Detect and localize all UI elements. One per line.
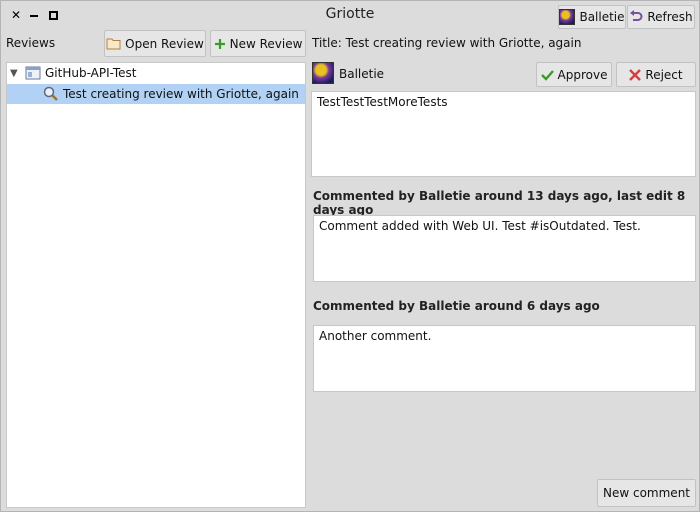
refresh-icon — [629, 10, 643, 24]
new-review-label: New Review — [229, 36, 303, 51]
x-icon — [629, 68, 642, 81]
tree-row-review[interactable]: Test creating review with Griotte, again — [7, 84, 305, 104]
refresh-button[interactable]: Refresh — [627, 5, 695, 29]
approve-label: Approve — [557, 67, 608, 82]
griotte-window: ✕ Griotte Balletie Refresh Reviews Open … — [0, 0, 700, 512]
avatar-icon — [559, 9, 576, 25]
repository-icon — [25, 66, 41, 80]
review-magnifier-icon — [43, 86, 59, 102]
checkmark-icon — [540, 69, 554, 81]
author-avatar — [312, 62, 334, 87]
expand-toggle-icon[interactable]: ▼ — [10, 68, 22, 79]
reviews-label: Reviews — [6, 36, 56, 50]
new-review-button[interactable]: New Review — [210, 30, 306, 57]
user-button-label: Balletie — [579, 10, 625, 24]
open-review-button[interactable]: Open Review — [104, 30, 206, 57]
plus-icon — [214, 38, 226, 50]
comment-header: Commented by Balletie around 13 days ago… — [313, 189, 686, 217]
approve-button[interactable]: Approve — [536, 62, 612, 87]
comment-body-textarea[interactable]: Another comment. — [313, 325, 696, 392]
review-name: Test creating review with Griotte, again — [63, 87, 299, 101]
new-comment-button[interactable]: New comment — [597, 479, 696, 507]
folder-icon — [106, 37, 121, 50]
repo-name: GitHub-API-Test — [45, 66, 137, 80]
open-review-label: Open Review — [125, 36, 204, 51]
review-title: Title: Test creating review with Griotte… — [312, 36, 582, 50]
comment-header: Commented by Balletie around 6 days ago — [313, 299, 600, 313]
reject-button[interactable]: Reject — [616, 62, 696, 87]
author-name: Balletie — [339, 67, 385, 81]
reject-label: Reject — [645, 67, 683, 82]
review-tree[interactable]: ▼ GitHub-API-Test Test creating review w… — [6, 62, 306, 508]
description-textarea[interactable]: TestTestTestMoreTests — [311, 91, 696, 177]
comment-body-textarea[interactable]: Comment added with Web UI. Test #isOutda… — [313, 215, 696, 282]
refresh-button-label: Refresh — [647, 10, 693, 24]
user-button[interactable]: Balletie — [558, 5, 626, 29]
tree-row-repo[interactable]: ▼ GitHub-API-Test — [7, 63, 305, 83]
